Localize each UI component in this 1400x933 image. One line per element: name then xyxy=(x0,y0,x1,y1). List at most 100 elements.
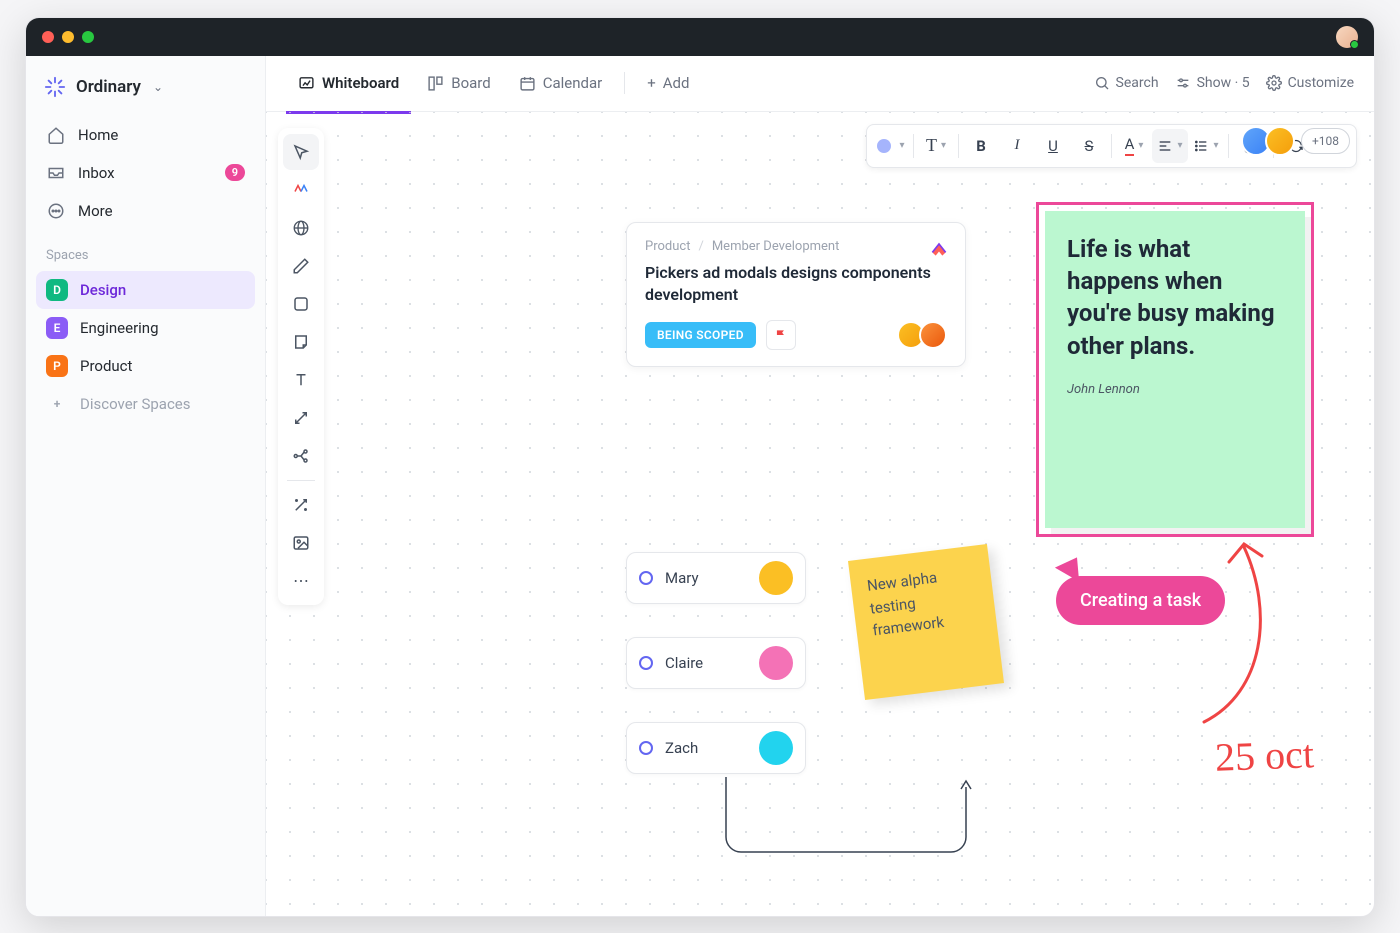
discover-spaces-label: Discover Spaces xyxy=(80,395,191,413)
presence-stack[interactable]: +108 xyxy=(1247,126,1350,156)
workspace-name: Ordinary xyxy=(76,77,141,97)
workspace-switcher[interactable]: Ordinary ⌄ xyxy=(36,70,255,116)
connector-arrow xyxy=(721,772,981,892)
minimize-window[interactable] xyxy=(62,31,74,43)
tab-calendar-label: Calendar xyxy=(543,74,603,92)
search-label: Search xyxy=(1116,75,1159,91)
traffic-lights xyxy=(42,31,94,43)
priority-flag[interactable] xyxy=(766,320,796,350)
space-item-design[interactable]: DDesign xyxy=(36,271,255,309)
tab-whiteboard-label: Whiteboard xyxy=(322,74,399,92)
avatar xyxy=(919,321,947,349)
tool-connector[interactable] xyxy=(283,400,319,436)
titlebar xyxy=(26,18,1374,56)
space-badge: D xyxy=(46,279,68,301)
close-window[interactable] xyxy=(42,31,54,43)
tab-whiteboard[interactable]: Whiteboard xyxy=(286,66,411,100)
format-color[interactable] xyxy=(873,129,909,163)
radio-icon[interactable] xyxy=(639,656,653,670)
tool-image[interactable] xyxy=(283,525,319,561)
format-list[interactable] xyxy=(1188,129,1224,163)
view-tabs: Whiteboard Board Calendar + Add xyxy=(266,56,1374,112)
yellow-sticky[interactable]: New alpha testing framework xyxy=(848,543,1004,699)
whiteboard-icon xyxy=(298,75,315,92)
task-card[interactable]: Product / Member Development Pickers ad … xyxy=(626,222,966,368)
calendar-icon xyxy=(519,75,536,92)
inbox-icon xyxy=(46,163,66,183)
assignees[interactable] xyxy=(903,321,947,349)
avatar xyxy=(759,731,793,765)
maximize-window[interactable] xyxy=(82,31,94,43)
inbox-badge: 9 xyxy=(225,164,245,181)
space-name: Product xyxy=(80,357,132,375)
yellow-sticky-text: New alpha testing framework xyxy=(866,568,945,639)
nav-home-label: Home xyxy=(78,126,118,144)
tool-home[interactable] xyxy=(283,172,319,208)
tool-text[interactable] xyxy=(283,362,319,398)
chevron-down-icon: ⌄ xyxy=(153,80,163,94)
crumb-2[interactable]: Member Development xyxy=(712,239,840,254)
main-area: Whiteboard Board Calendar + Add xyxy=(266,56,1374,916)
customize-button[interactable]: Customize xyxy=(1266,75,1354,91)
tool-pen[interactable] xyxy=(283,248,319,284)
tab-calendar[interactable]: Calendar xyxy=(507,66,615,100)
format-fontcolor[interactable]: A xyxy=(1116,129,1152,163)
color-swatch-icon xyxy=(877,139,891,153)
sliders-icon xyxy=(1175,75,1191,91)
whiteboard-canvas[interactable]: ⋯ T B I U S A xyxy=(266,112,1374,916)
person-chip-claire[interactable]: Claire xyxy=(626,637,806,689)
space-badge: P xyxy=(46,355,68,377)
format-strike[interactable]: S xyxy=(1071,129,1107,163)
tab-add[interactable]: + Add xyxy=(635,66,701,100)
discover-spaces[interactable]: + Discover Spaces xyxy=(36,385,255,423)
avatar xyxy=(759,561,793,595)
spaces-label: Spaces xyxy=(36,230,255,271)
tool-shape[interactable] xyxy=(283,286,319,322)
space-item-engineering[interactable]: EEngineering xyxy=(36,309,255,347)
format-textstyle[interactable]: T xyxy=(918,129,954,163)
tab-divider xyxy=(624,72,625,94)
search-button[interactable]: Search xyxy=(1094,75,1159,91)
nav-more[interactable]: More xyxy=(36,192,255,230)
status-badge[interactable]: BEING SCOPED xyxy=(645,322,756,348)
format-underline[interactable]: U xyxy=(1035,129,1071,163)
nav-home[interactable]: Home xyxy=(36,116,255,154)
format-bold[interactable]: B xyxy=(963,129,999,163)
home-icon xyxy=(46,125,66,145)
task-title: Pickers ad modals designs components dev… xyxy=(645,262,947,307)
person-chip-zach[interactable]: Zach xyxy=(626,722,806,774)
radio-icon[interactable] xyxy=(639,741,653,755)
person-name: Zach xyxy=(665,739,747,757)
avatar xyxy=(759,646,793,680)
account-avatar[interactable] xyxy=(1336,26,1358,48)
breadcrumb: Product / Member Development xyxy=(645,239,947,254)
clickup-icon xyxy=(929,239,949,259)
app-window: Ordinary ⌄ Home Inbox 9 More Spaces DDes… xyxy=(25,17,1375,917)
quote-sticky-selected[interactable]: Life is what happens when you're busy ma… xyxy=(1036,202,1314,537)
plus-icon: + xyxy=(647,74,656,92)
tab-board-label: Board xyxy=(451,74,490,92)
nav-inbox[interactable]: Inbox 9 xyxy=(36,154,255,192)
person-chip-mary[interactable]: Mary xyxy=(626,552,806,604)
format-align[interactable] xyxy=(1152,129,1188,163)
tool-web[interactable] xyxy=(283,210,319,246)
space-item-product[interactable]: P Product xyxy=(36,347,255,385)
tool-note[interactable] xyxy=(283,324,319,360)
tool-more[interactable]: ⋯ xyxy=(283,563,319,599)
gear-icon xyxy=(1266,75,1282,91)
tab-board[interactable]: Board xyxy=(415,66,502,100)
presence-count: +108 xyxy=(1301,128,1350,154)
plus-icon: + xyxy=(46,393,68,415)
ellipsis-icon: ⋯ xyxy=(293,571,309,590)
show-button[interactable]: Show · 5 xyxy=(1175,75,1250,91)
more-icon xyxy=(46,201,66,221)
radio-icon[interactable] xyxy=(639,571,653,585)
crumb-1[interactable]: Product xyxy=(645,239,690,254)
board-icon xyxy=(427,75,444,92)
tool-magic[interactable] xyxy=(283,487,319,523)
format-italic[interactable]: I xyxy=(999,129,1035,163)
tool-mindmap[interactable] xyxy=(283,438,319,474)
space-name: Engineering xyxy=(80,319,159,337)
person-name: Claire xyxy=(665,654,747,672)
tool-cursor[interactable] xyxy=(283,134,319,170)
